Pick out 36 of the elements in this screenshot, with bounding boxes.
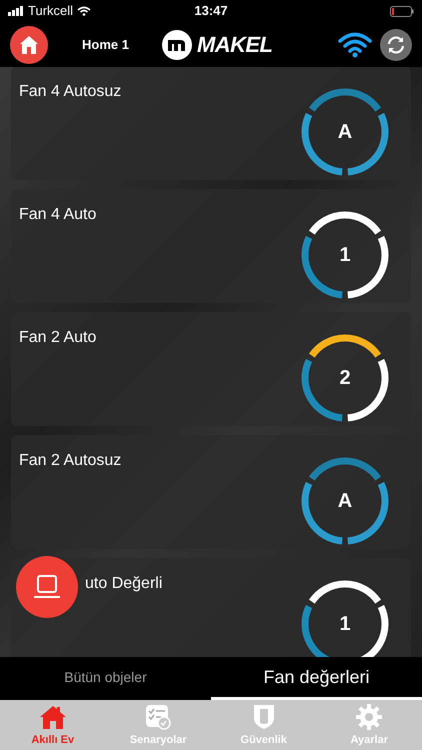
fan-title: Fan 2 Auto (19, 328, 96, 348)
wifi-icon (77, 6, 92, 16)
fan-title: Fan 4 Auto (19, 205, 96, 225)
speed-value: A (338, 122, 352, 142)
fan-card[interactable]: Fan 2 Auto 2 (11, 312, 411, 426)
fan-title: Fan 4 Autosuz (19, 82, 122, 102)
refresh-icon (386, 34, 406, 54)
tab[interactable]: Bütün objeler (0, 657, 211, 700)
brand-logo: MAKEL (196, 31, 272, 59)
speed-value: 2 (339, 368, 351, 388)
gear-icon (356, 704, 382, 730)
clock-time: 13:47 (194, 2, 228, 20)
speed-dial[interactable] (299, 332, 391, 424)
home-name: Home 1 (82, 36, 129, 54)
shield-icon (252, 704, 275, 730)
carrier-name: Turkcell (28, 2, 74, 20)
home-button[interactable] (10, 26, 48, 64)
wifi-icon (338, 32, 372, 58)
refresh-button[interactable] (380, 28, 412, 60)
logo-icon (160, 28, 193, 60)
battery-icon (390, 6, 414, 16)
fan-title: uto Değerli (85, 574, 162, 594)
fan-card[interactable]: uto Değerli 1 (11, 558, 411, 657)
checklist-icon (145, 704, 172, 730)
signal-icon (8, 6, 24, 16)
speed-value: 1 (339, 245, 351, 265)
speed-dial[interactable] (299, 578, 391, 657)
fan-title: Fan 2 Autosuz (19, 451, 122, 471)
fan-card[interactable]: Fan 4 Autosuz A (11, 67, 411, 180)
fan-card[interactable]: Fan 4 Auto 1 (11, 189, 411, 303)
house-icon (19, 34, 39, 54)
speed-value: 1 (339, 614, 351, 634)
speed-dial[interactable] (299, 209, 391, 301)
speed-value: A (338, 491, 352, 511)
laptop-icon (33, 574, 61, 600)
home-icon (38, 704, 67, 730)
